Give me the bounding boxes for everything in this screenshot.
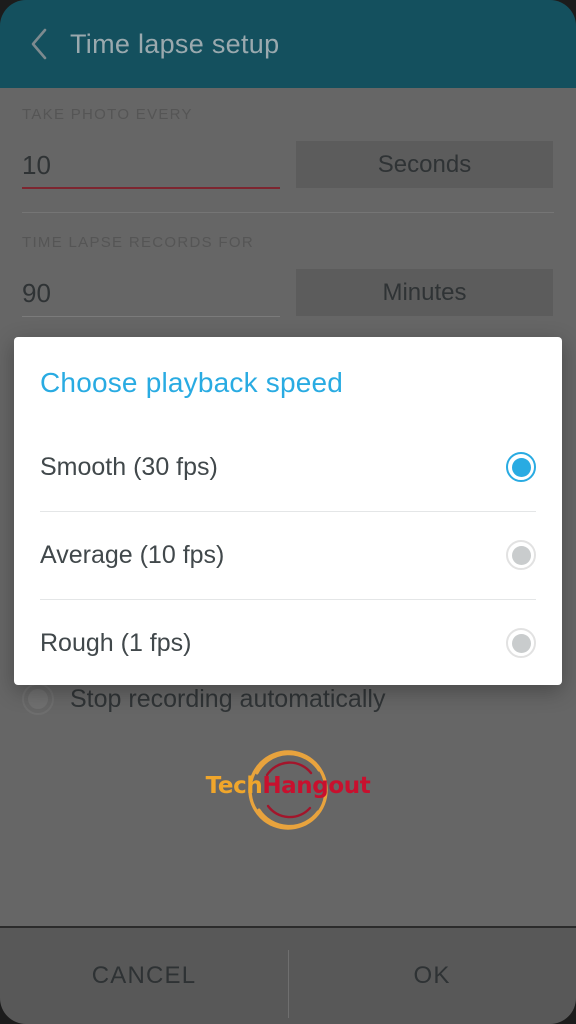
cancel-button[interactable]: CANCEL: [0, 928, 288, 1024]
app-screen: Time lapse setup TAKE PHOTO EVERY 10 Sec…: [0, 0, 576, 1024]
logo-text-tech: Tech: [205, 773, 263, 799]
option-row-rough[interactable]: Rough (1 fps): [14, 599, 562, 685]
stop-recording-toggle[interactable]: Stop recording automatically: [22, 683, 385, 715]
section-divider-1: [22, 212, 554, 213]
dialog-title: Choose playback speed: [40, 367, 344, 398]
duration-unit-label: Minutes: [382, 278, 467, 306]
dialog-action-bar: CANCEL OK: [0, 928, 576, 1024]
interval-label: TAKE PHOTO EVERY: [22, 106, 193, 123]
duration-unit-button[interactable]: Minutes: [296, 269, 553, 316]
brand-logo: TechHangout: [0, 748, 576, 834]
interval-value: 10: [22, 149, 51, 180]
radio-unselected-icon[interactable]: [506, 628, 536, 658]
interval-input[interactable]: 10: [22, 141, 280, 189]
action-divider: [288, 950, 289, 1018]
duration-underline: [22, 316, 280, 317]
option-row-average[interactable]: Average (10 fps): [14, 511, 562, 599]
option-label-average: Average (10 fps): [40, 540, 225, 569]
option-label-rough: Rough (1 fps): [40, 628, 192, 657]
stop-recording-label: Stop recording automatically: [70, 684, 386, 713]
duration-row: 90 Minutes: [0, 269, 576, 327]
app-header: Time lapse setup: [0, 0, 576, 88]
cancel-label: CANCEL: [91, 962, 197, 989]
option-row-smooth[interactable]: Smooth (30 fps): [14, 423, 562, 511]
interval-underline: [22, 187, 280, 189]
logo-text-hangout: Hangout: [262, 773, 371, 799]
chevron-left-icon: [28, 27, 50, 61]
duration-label: TIME LAPSE RECORDS FOR: [22, 234, 254, 251]
option-label-smooth: Smooth (30 fps): [40, 452, 218, 481]
ok-button[interactable]: OK: [288, 928, 576, 1024]
duration-input[interactable]: 90: [22, 269, 280, 317]
radio-selected-icon[interactable]: [506, 452, 536, 482]
ok-label: OK: [413, 962, 451, 989]
radio-unselected-icon[interactable]: [506, 540, 536, 570]
interval-unit-label: Seconds: [377, 150, 472, 178]
logo-wordmark: TechHangout: [195, 775, 381, 798]
page-title: Time lapse setup: [70, 28, 280, 59]
interval-row: 10 Seconds: [0, 141, 576, 199]
back-button[interactable]: [18, 23, 60, 65]
interval-unit-button[interactable]: Seconds: [296, 141, 553, 188]
duration-value: 90: [22, 277, 51, 308]
radio-unchecked-icon: [22, 683, 54, 715]
playback-speed-dialog: Choose playback speed Smooth (30 fps) Av…: [14, 337, 562, 685]
